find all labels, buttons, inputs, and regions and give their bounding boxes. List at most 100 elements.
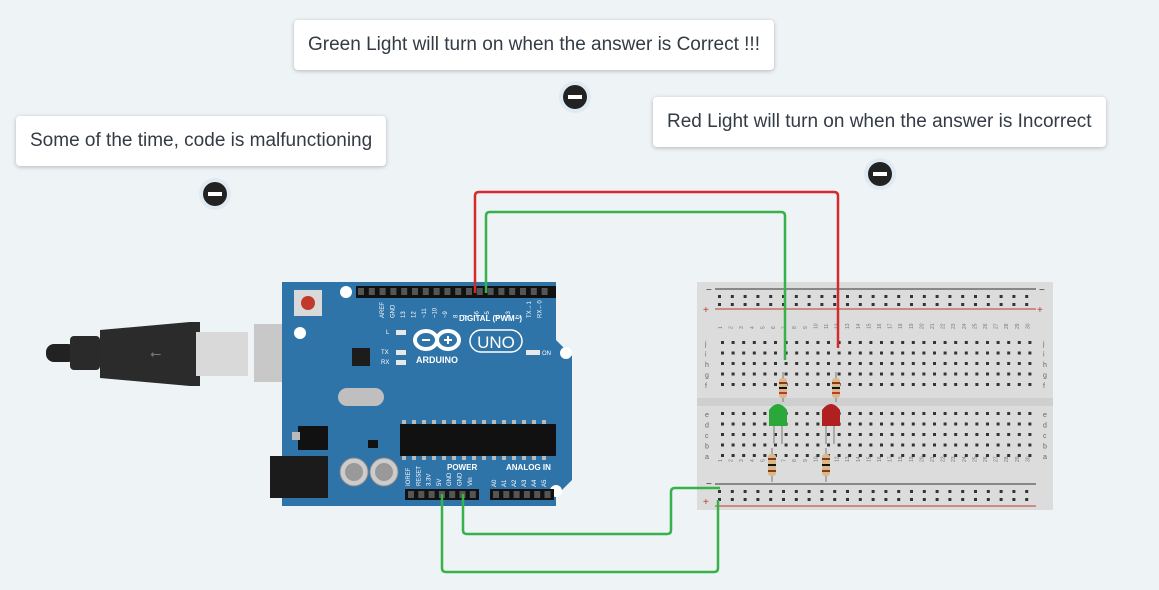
terminal-hole[interactable] [890,351,894,355]
header-pin[interactable] [541,288,548,295]
rail-hole[interactable] [910,295,913,298]
terminal-hole[interactable] [848,351,852,355]
header-pin[interactable] [493,491,499,498]
terminal-hole[interactable] [922,422,926,426]
terminal-hole[interactable] [827,383,830,386]
header-pin[interactable] [544,491,551,498]
terminal-hole[interactable] [731,362,735,365]
terminal-hole[interactable] [880,412,883,415]
terminal-hole[interactable] [954,362,958,365]
terminal-hole[interactable] [964,341,968,344]
rail-hole[interactable] [730,490,734,493]
terminal-hole[interactable] [986,362,989,365]
terminal-hole[interactable] [816,351,820,355]
terminal-hole[interactable] [784,454,788,457]
rail-hole[interactable] [884,498,888,501]
terminal-hole[interactable] [880,351,883,355]
terminal-hole[interactable] [858,372,862,376]
terminal-hole[interactable] [837,433,841,436]
terminal-hole[interactable] [880,443,883,447]
terminal-hole[interactable] [795,383,799,386]
terminal-hole[interactable] [795,412,799,415]
rail-hole[interactable] [961,303,965,306]
header-pin[interactable] [530,288,537,295]
terminal-hole[interactable] [805,362,809,365]
header-pin[interactable] [534,491,541,498]
terminal-hole[interactable] [964,362,968,365]
terminal-hole[interactable] [933,351,936,355]
terminal-hole[interactable] [975,372,979,376]
rail-hole[interactable] [910,490,913,493]
terminal-hole[interactable] [1007,362,1011,365]
terminal-hole[interactable] [1028,433,1032,436]
terminal-hole[interactable] [975,351,979,355]
terminal-hole[interactable] [890,433,894,436]
header-pin[interactable] [422,288,429,295]
terminal-hole[interactable] [795,362,799,365]
terminal-hole[interactable] [795,454,799,457]
terminal-hole[interactable] [827,443,830,447]
rail-hole[interactable] [935,490,939,493]
collapse-annotation-button[interactable] [864,158,896,190]
terminal-hole[interactable] [954,433,958,436]
terminal-hole[interactable] [763,383,767,386]
terminal-hole[interactable] [890,422,894,426]
terminal-hole[interactable] [933,383,936,386]
rail-hole[interactable] [974,295,977,298]
rail-hole[interactable] [858,490,862,493]
rail-hole[interactable] [820,490,824,493]
terminal-hole[interactable] [816,372,820,376]
terminal-hole[interactable] [742,412,746,415]
terminal-hole[interactable] [795,443,799,447]
rail-hole[interactable] [756,498,760,501]
rail-hole[interactable] [730,498,734,501]
header-pin[interactable] [498,288,505,295]
rail-hole[interactable] [718,490,721,493]
rail-hole[interactable] [794,490,798,493]
terminal-hole[interactable] [996,422,1000,426]
terminal-hole[interactable] [763,351,767,355]
terminal-hole[interactable] [784,433,788,436]
terminal-hole[interactable] [901,341,905,344]
terminal-hole[interactable] [752,372,756,376]
terminal-hole[interactable] [869,412,873,415]
terminal-hole[interactable] [805,351,809,355]
terminal-hole[interactable] [858,351,862,355]
rail-hole[interactable] [897,303,901,306]
terminal-hole[interactable] [964,433,968,436]
terminal-hole[interactable] [964,422,968,426]
terminal-hole[interactable] [975,443,979,447]
rail-hole[interactable] [897,490,901,493]
terminal-hole[interactable] [890,341,894,344]
terminal-hole[interactable] [1017,443,1021,447]
terminal-hole[interactable] [795,341,799,344]
terminal-hole[interactable] [922,351,926,355]
terminal-hole[interactable] [986,351,989,355]
rail-hole[interactable] [846,498,849,501]
rail-hole[interactable] [999,303,1003,306]
terminal-hole[interactable] [721,443,724,447]
terminal-hole[interactable] [795,433,799,436]
rail-hole[interactable] [743,295,747,298]
terminal-hole[interactable] [795,422,799,426]
annotation-red-light[interactable]: Red Light will turn on when the answer i… [653,97,1106,147]
terminal-hole[interactable] [721,454,724,457]
terminal-hole[interactable] [964,383,968,386]
terminal-hole[interactable] [954,412,958,415]
terminal-hole[interactable] [774,372,777,376]
terminal-hole[interactable] [901,433,905,436]
terminal-hole[interactable] [752,383,756,386]
rail-hole[interactable] [897,295,901,298]
terminal-hole[interactable] [795,351,799,355]
header-pin[interactable] [449,491,456,498]
rail-hole[interactable] [833,498,837,501]
rail-hole[interactable] [986,490,990,493]
terminal-hole[interactable] [752,422,756,426]
terminal-hole[interactable] [858,443,862,447]
rail-hole[interactable] [718,303,721,306]
terminal-hole[interactable] [869,372,873,376]
terminal-hole[interactable] [996,433,1000,436]
terminal-hole[interactable] [721,422,724,426]
terminal-hole[interactable] [1028,422,1032,426]
terminal-hole[interactable] [805,383,809,386]
